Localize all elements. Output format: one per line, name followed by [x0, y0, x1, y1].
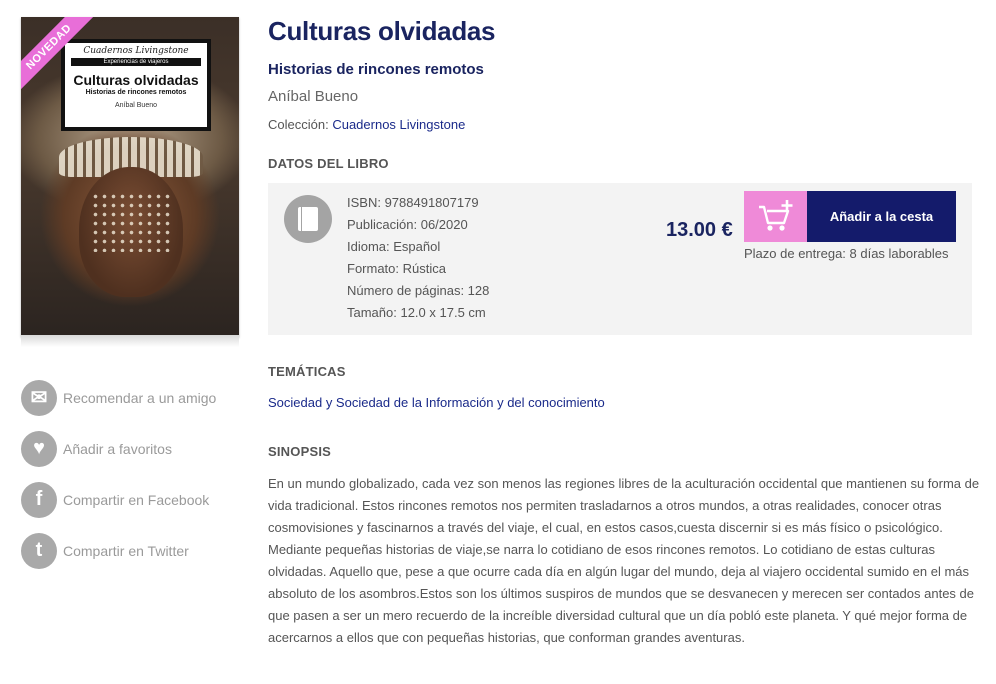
book-icon	[284, 195, 332, 243]
cover-series: Cuadernos Livingstone	[83, 46, 189, 56]
spec-publication: Publicación: 06/2020	[347, 217, 468, 232]
collection-line: Colección: Cuadernos Livingstone	[268, 117, 978, 132]
cover-facepaint-art	[91, 192, 171, 252]
sinopsis-text: En un mundo globalizado, cada vez son me…	[268, 476, 980, 645]
book-details: Culturas olvidadas Historias de rincones…	[268, 16, 980, 649]
spec-language: Idioma: Español	[347, 239, 441, 254]
book-cover[interactable]: Cuadernos Livingstone Experiencias de vi…	[21, 17, 239, 347]
spec-isbn: ISBN: 9788491807179	[347, 195, 479, 210]
cover-title-box: Cuadernos Livingstone Experiencias de vi…	[61, 39, 211, 131]
cover-shadow	[21, 335, 239, 347]
tematica-link[interactable]: Sociedad y Sociedad de la Información y …	[268, 395, 978, 410]
spec-format: Formato: Rústica	[347, 261, 446, 276]
sinopsis-heading: SINOPSIS	[268, 444, 332, 459]
cover-subtitle: Historias de rincones remotos	[85, 89, 187, 96]
tematicas-heading: TEMÁTICAS	[268, 364, 346, 379]
spec-size: Tamaño: 12.0 x 17.5 cm	[347, 305, 486, 320]
envelope-icon: ✉	[21, 379, 57, 416]
collection-label: Colección:	[268, 117, 329, 132]
cover-series-sub: Experiencias de viajeros	[71, 58, 201, 66]
collection-link[interactable]: Cuadernos Livingstone	[332, 117, 465, 132]
price: 13.00 €	[666, 219, 733, 241]
specs-list: ISBN: 9788491807179 Publicación: 06/2020…	[347, 192, 489, 324]
action-label: Compartir en Twitter	[63, 542, 189, 559]
action-label: Recomendar a un amigo	[63, 389, 217, 406]
facebook-icon: f	[21, 481, 57, 518]
cart-add-icon	[744, 191, 807, 242]
cover-title: Culturas olvidadas	[73, 72, 199, 88]
cover-image: Cuadernos Livingstone Experiencias de vi…	[21, 17, 239, 337]
heart-icon: ♥	[21, 430, 57, 467]
share-facebook-button[interactable]: f Compartir en Facebook	[21, 474, 216, 525]
add-favorites-button[interactable]: ♥ Añadir a favoritos	[21, 423, 216, 474]
cart-label: Añadir a la cesta	[807, 191, 956, 242]
add-to-cart-button[interactable]: Añadir a la cesta	[744, 191, 956, 242]
action-label: Añadir a favoritos	[63, 440, 172, 457]
cover-author: Aníbal Bueno	[114, 102, 158, 109]
datos-heading: DATOS DEL LIBRO	[268, 156, 389, 171]
action-label: Compartir en Facebook	[63, 491, 210, 508]
share-actions: ✉ Recomendar a un amigo ♥ Añadir a favor…	[21, 372, 216, 576]
spec-pages: Número de páginas: 128	[347, 283, 490, 298]
book-subtitle: Historias de rincones remotos	[268, 61, 484, 78]
recommend-friend-button[interactable]: ✉ Recomendar a un amigo	[21, 372, 216, 423]
datos-panel: ISBN: 9788491807179 Publicación: 06/2020…	[268, 183, 972, 335]
delivery-time: Plazo de entrega: 8 días laborables	[744, 246, 949, 261]
share-twitter-button[interactable]: t Compartir en Twitter	[21, 525, 216, 576]
book-title: Culturas olvidadas	[268, 16, 496, 46]
book-author: Aníbal Bueno	[268, 88, 359, 105]
twitter-icon: t	[21, 532, 57, 569]
